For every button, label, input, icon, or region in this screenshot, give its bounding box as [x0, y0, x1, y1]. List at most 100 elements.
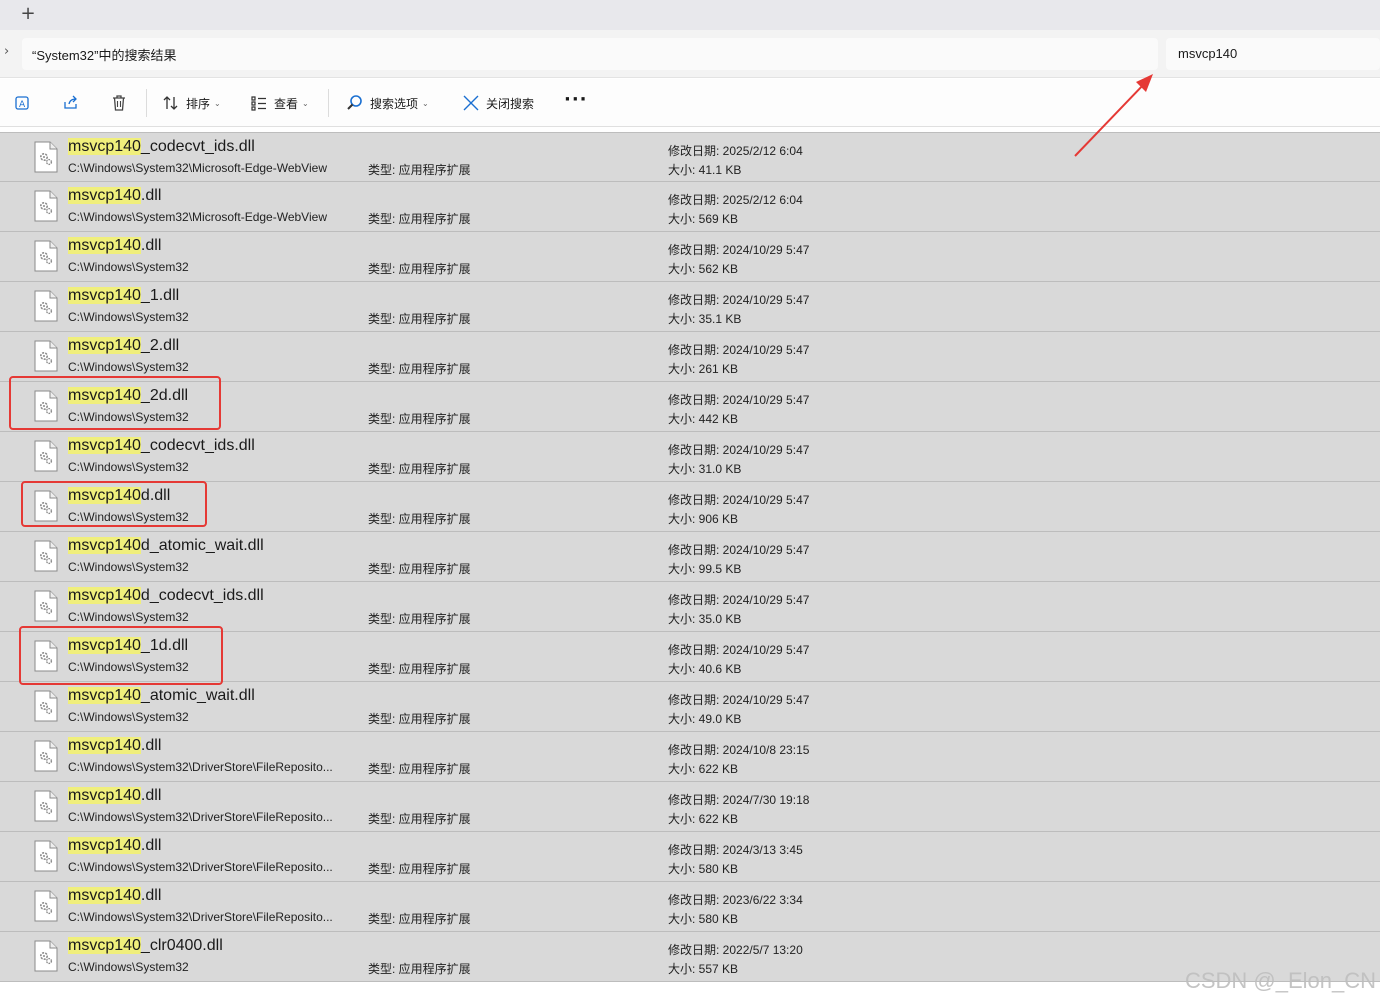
new-tab-button[interactable]: + — [16, 2, 40, 26]
search-match-highlight: msvcp140 — [68, 737, 141, 754]
view-button[interactable]: 查看 ⌄ — [250, 91, 309, 115]
file-type: 类型: 应用程序扩展 — [368, 262, 471, 276]
close-search-button[interactable]: 关闭搜索 — [462, 91, 534, 115]
file-type: 类型: 应用程序扩展 — [368, 712, 471, 726]
dll-file-icon — [34, 940, 58, 972]
search-match-highlight: msvcp140 — [68, 237, 141, 254]
address-path: “System32”中的搜索结果 — [32, 48, 177, 63]
sort-icon — [163, 96, 178, 110]
search-options-label: 搜索选项 — [370, 96, 419, 111]
file-path: C:\Windows\System32 — [68, 310, 189, 324]
dll-file-icon — [34, 440, 58, 472]
file-size: 大小: 569 KB — [668, 212, 739, 226]
result-row[interactable]: msvcp140_2.dll C:\Windows\System32 类型: 应… — [0, 332, 1380, 382]
svg-text:A: A — [19, 100, 26, 110]
search-match-highlight: msvcp140 — [68, 337, 141, 354]
modified-date: 修改日期: 2024/3/13 3:45 — [668, 843, 803, 857]
file-size: 大小: 580 KB — [668, 912, 739, 926]
sort-label: 排序 — [186, 96, 211, 111]
delete-button[interactable] — [110, 91, 128, 115]
result-row[interactable]: msvcp140.dll C:\Windows\System32\DriverS… — [0, 882, 1380, 932]
file-name: msvcp140_2.dll — [68, 337, 179, 355]
dll-file-icon — [34, 141, 58, 173]
file-name: msvcp140_1d.dll — [68, 637, 188, 655]
file-size: 大小: 31.0 KB — [668, 462, 742, 476]
dll-file-icon — [34, 490, 58, 522]
search-match-highlight: msvcp140 — [68, 687, 141, 704]
result-row[interactable]: msvcp140_1d.dll C:\Windows\System32 类型: … — [0, 632, 1380, 682]
result-row[interactable]: msvcp140.dll C:\Windows\System32\DriverS… — [0, 832, 1380, 882]
sort-button[interactable]: 排序 ⌄ — [162, 91, 221, 115]
file-name-rest: _codecvt_ids.dll — [140, 138, 255, 155]
result-row[interactable]: msvcp140_codecvt_ids.dll C:\Windows\Syst… — [0, 132, 1380, 182]
file-type: 类型: 应用程序扩展 — [368, 962, 471, 976]
dll-file-icon — [34, 690, 58, 722]
result-row[interactable]: msvcp140.dll C:\Windows\System32\Microso… — [0, 182, 1380, 232]
modified-date: 修改日期: 2024/10/29 5:47 — [668, 243, 810, 257]
share-button[interactable] — [62, 91, 80, 115]
search-match-highlight: msvcp140 — [68, 187, 141, 204]
result-row[interactable]: msvcp140_atomic_wait.dll C:\Windows\Syst… — [0, 682, 1380, 732]
dll-file-icon — [34, 840, 58, 872]
command-bar: A 排序 ⌄ 查看 ⌄ 搜索选项 ⌄ 关闭搜索 ··· — [0, 79, 1380, 127]
result-row[interactable]: msvcp140_clr0400.dll C:\Windows\System32… — [0, 932, 1380, 982]
modified-date: 修改日期: 2025/2/12 6:04 — [668, 144, 803, 158]
file-name: msvcp140_codecvt_ids.dll — [68, 437, 255, 455]
chevron-down-icon: ⌄ — [422, 98, 429, 108]
file-path: C:\Windows\System32 — [68, 460, 189, 474]
result-row[interactable]: msvcp140d.dll C:\Windows\System32 类型: 应用… — [0, 482, 1380, 532]
chevron-down-icon: ⌄ — [214, 98, 221, 108]
modified-date: 修改日期: 2024/10/29 5:47 — [668, 643, 810, 657]
result-row[interactable]: msvcp140d_atomic_wait.dll C:\Windows\Sys… — [0, 532, 1380, 582]
address-row: › “System32”中的搜索结果 msvcp140 — [0, 30, 1380, 78]
file-name-rest: _1d.dll — [140, 637, 189, 654]
file-type: 类型: 应用程序扩展 — [368, 412, 471, 426]
result-row[interactable]: msvcp140_codecvt_ids.dll C:\Windows\Syst… — [0, 432, 1380, 482]
watermark: CSDN @_Elon_CN — [1184, 968, 1376, 993]
file-name-rest: _codecvt_ids.dll — [140, 437, 255, 454]
file-size: 大小: 41.1 KB — [668, 163, 742, 177]
file-size: 大小: 99.5 KB — [668, 562, 742, 576]
chevron-right-icon[interactable]: › — [4, 44, 9, 59]
result-row[interactable]: msvcp140d_codecvt_ids.dll C:\Windows\Sys… — [0, 582, 1380, 632]
file-path: C:\Windows\System32\DriverStore\FileRepo… — [68, 910, 333, 924]
file-path: C:\Windows\System32 — [68, 960, 189, 974]
search-match-highlight: msvcp140 — [68, 887, 141, 904]
file-name: msvcp140.dll — [68, 237, 161, 255]
address-bar[interactable]: “System32”中的搜索结果 — [22, 38, 1158, 70]
result-row[interactable]: msvcp140_1.dll C:\Windows\System32 类型: 应… — [0, 282, 1380, 332]
rename-button[interactable]: A — [14, 91, 32, 115]
result-row[interactable]: msvcp140_2d.dll C:\Windows\System32 类型: … — [0, 382, 1380, 432]
search-input[interactable]: msvcp140 — [1166, 38, 1380, 70]
result-row[interactable]: msvcp140.dll C:\Windows\System32\DriverS… — [0, 782, 1380, 832]
file-path: C:\Windows\System32\DriverStore\FileRepo… — [68, 760, 333, 774]
dll-file-icon — [34, 190, 58, 222]
file-path: C:\Windows\System32 — [68, 560, 189, 574]
toolbar-divider — [146, 89, 147, 117]
file-size: 大小: 261 KB — [668, 362, 739, 376]
file-path: C:\Windows\System32\Microsoft-Edge-WebVi… — [68, 161, 327, 175]
file-size: 大小: 40.6 KB — [668, 662, 742, 676]
file-name-rest: _2d.dll — [140, 387, 189, 404]
file-type: 类型: 应用程序扩展 — [368, 862, 471, 876]
result-row[interactable]: msvcp140.dll C:\Windows\System32 类型: 应用程… — [0, 232, 1380, 282]
dll-file-icon — [34, 240, 58, 272]
modified-date: 修改日期: 2024/10/29 5:47 — [668, 493, 810, 507]
file-type: 类型: 应用程序扩展 — [368, 512, 471, 526]
more-icon[interactable]: ··· — [564, 91, 588, 109]
result-row[interactable]: msvcp140.dll C:\Windows\System32\DriverS… — [0, 732, 1380, 782]
search-options-button[interactable]: 搜索选项 ⌄ — [346, 91, 429, 115]
dll-file-icon — [34, 590, 58, 622]
search-match-highlight: msvcp140 — [68, 587, 141, 604]
dll-file-icon — [34, 340, 58, 372]
file-size: 大小: 622 KB — [668, 812, 739, 826]
file-name-rest: .dll — [140, 787, 162, 804]
file-name: msvcp140_clr0400.dll — [68, 937, 223, 955]
file-name-rest: _atomic_wait.dll — [140, 687, 255, 704]
file-name: msvcp140_codecvt_ids.dll — [68, 138, 255, 156]
file-type: 类型: 应用程序扩展 — [368, 562, 471, 576]
file-path: C:\Windows\System32 — [68, 710, 189, 724]
file-path: C:\Windows\System32 — [68, 360, 189, 374]
file-name: msvcp140d.dll — [68, 487, 170, 505]
file-name: msvcp140.dll — [68, 187, 161, 205]
